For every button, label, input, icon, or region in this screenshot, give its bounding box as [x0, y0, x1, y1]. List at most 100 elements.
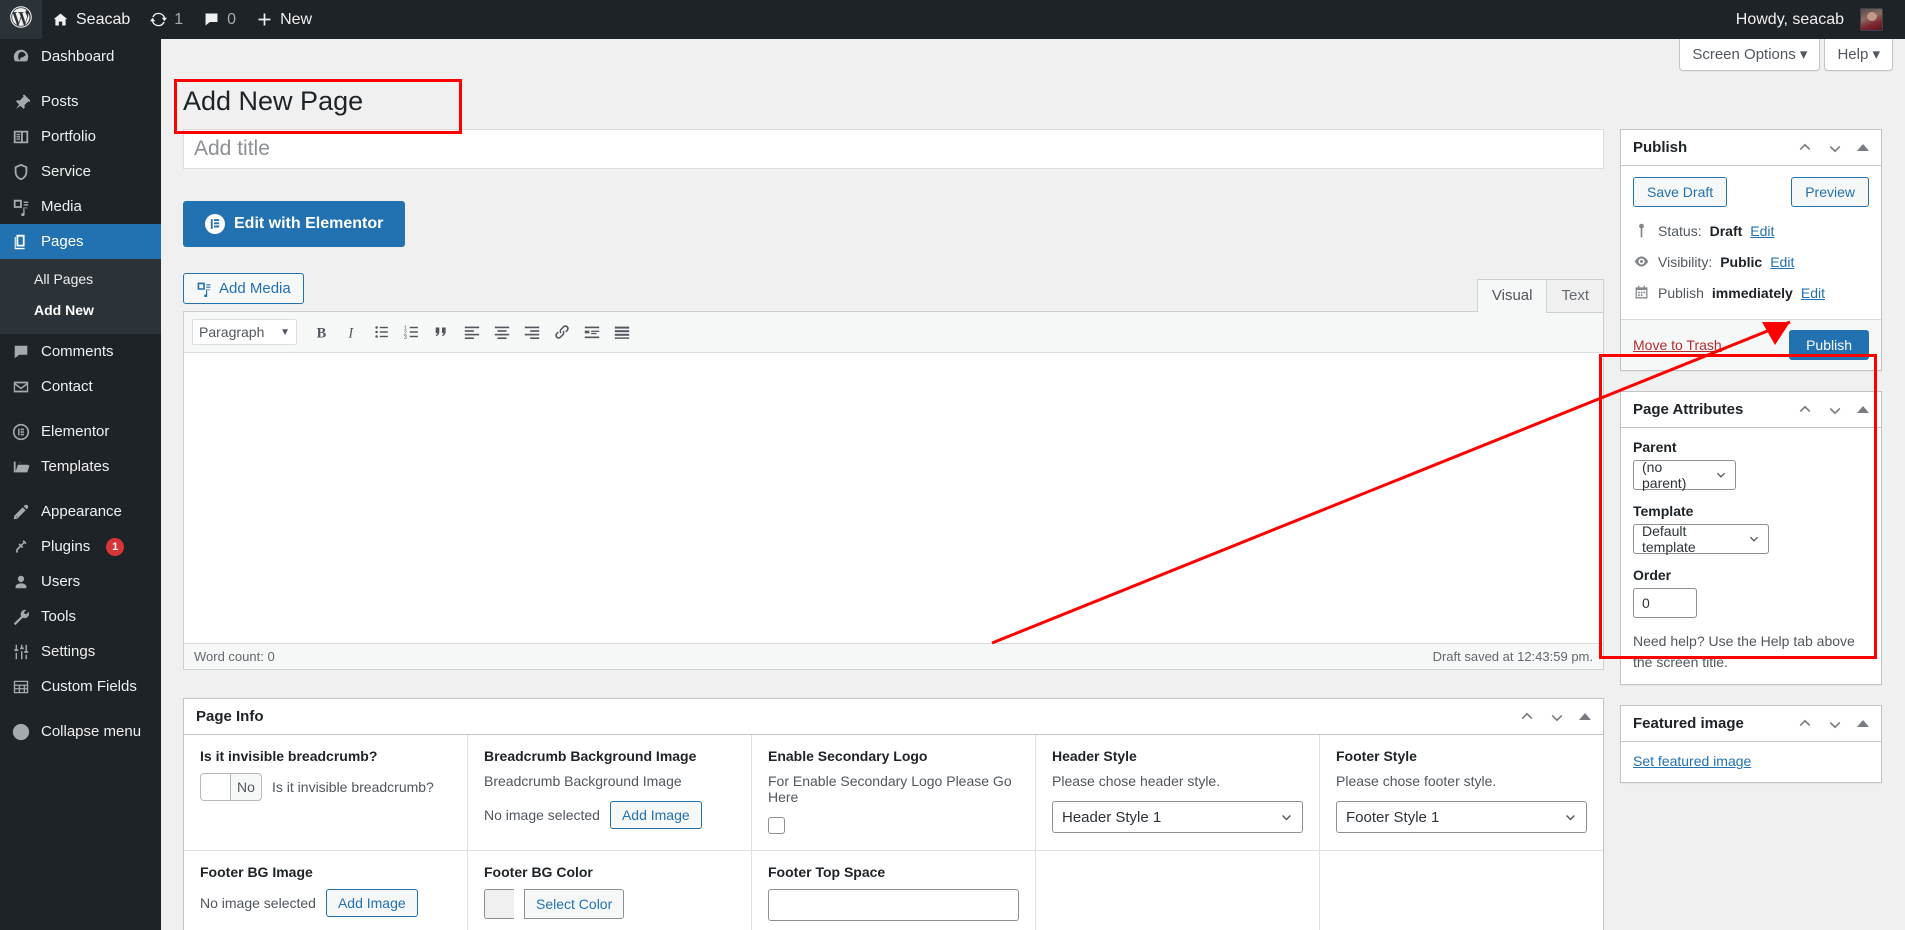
move-up-icon[interactable] — [1519, 709, 1535, 725]
paragraph-format-select[interactable]: Paragraph ▼ — [192, 319, 297, 345]
field-control: Select Color — [484, 889, 735, 919]
move-up-icon[interactable] — [1797, 716, 1813, 732]
move-down-icon[interactable] — [1827, 716, 1843, 732]
media-icon — [197, 282, 211, 297]
parent-label: Parent — [1633, 439, 1677, 455]
edit-schedule-link[interactable]: Edit — [1801, 285, 1825, 301]
sidebar-item-portfolio[interactable]: Portfolio — [0, 119, 161, 154]
toggle-panel-icon[interactable] — [1857, 406, 1869, 413]
move-to-trash-link[interactable]: Move to Trash — [1633, 337, 1722, 353]
color-swatch[interactable] — [484, 889, 514, 919]
add-image-button[interactable]: Add Image — [609, 801, 702, 829]
toggle-panel-icon[interactable] — [1579, 713, 1591, 720]
admin-bar-right: Howdy, seacab — [1726, 0, 1905, 39]
sidebar-label: Tools — [41, 608, 77, 625]
editor-content-area[interactable] — [184, 353, 1603, 643]
sidebar-item-settings[interactable]: Settings — [0, 634, 161, 669]
tab-text[interactable]: Text — [1546, 279, 1604, 313]
sidebar-label: Collapse menu — [41, 723, 142, 740]
schedule-value: immediately — [1711, 284, 1793, 301]
select-color-button[interactable]: Select Color — [524, 889, 625, 919]
sidebar-subitem-add-new[interactable]: Add New — [0, 295, 161, 326]
parent-select[interactable]: (no parent) — [1633, 459, 1736, 491]
sidebar-item-templates[interactable]: Templates — [0, 449, 161, 484]
sidebar-item-comments[interactable]: Comments — [0, 334, 161, 369]
order-input[interactable] — [1633, 588, 1697, 618]
align-center-button[interactable] — [488, 319, 516, 345]
move-up-icon[interactable] — [1797, 402, 1813, 418]
insert-link-button[interactable] — [548, 319, 576, 345]
editor-toolbar: Paragraph ▼ B I 123 — [184, 312, 1603, 353]
save-draft-button[interactable]: Save Draft — [1633, 177, 1728, 207]
footer-style-select[interactable]: Footer Style 1 — [1336, 801, 1587, 833]
post-title-input[interactable] — [183, 129, 1604, 169]
help-button[interactable]: Help ▾ — [1824, 39, 1893, 71]
add-image-button[interactable]: Add Image — [325, 889, 418, 917]
secondary-logo-checkbox[interactable] — [768, 817, 785, 834]
menu-separator — [0, 704, 161, 714]
move-down-icon[interactable] — [1827, 140, 1843, 156]
blockquote-button[interactable] — [428, 319, 456, 345]
move-down-icon[interactable] — [1827, 402, 1843, 418]
schedule-row: Publish immediately Edit — [1633, 277, 1869, 308]
sidebar-subitem-all-pages[interactable]: All Pages — [0, 264, 161, 295]
updates-menu[interactable]: 1 — [140, 0, 193, 39]
format-select-label: Paragraph — [199, 324, 265, 340]
wordpress-logo-icon — [10, 6, 32, 33]
bulleted-list-button[interactable] — [368, 319, 396, 345]
move-down-icon[interactable] — [1549, 709, 1565, 725]
sidebar-item-media[interactable]: Media — [0, 189, 161, 224]
svg-text:B: B — [317, 325, 327, 341]
menu-separator — [0, 404, 161, 414]
comments-menu[interactable]: 0 — [193, 0, 246, 39]
edit-status-link[interactable]: Edit — [1750, 223, 1774, 239]
wrench-icon — [11, 607, 31, 627]
site-name-menu[interactable]: Seacab — [42, 0, 140, 39]
sidebar-item-users[interactable]: Users — [0, 564, 161, 599]
edit-with-elementor-button[interactable]: Edit with Elementor — [183, 201, 406, 247]
tab-visual[interactable]: Visual — [1476, 279, 1548, 313]
add-media-button[interactable]: Add Media — [183, 273, 304, 304]
publish-button[interactable]: Publish — [1789, 330, 1869, 360]
field-header-style: Header Style Please chose header style. … — [1036, 735, 1320, 850]
chevron-down-icon — [1282, 814, 1291, 820]
updates-count: 1 — [174, 10, 184, 28]
header-style-select[interactable]: Header Style 1 — [1052, 801, 1303, 833]
sidebar-item-contact[interactable]: Contact — [0, 369, 161, 404]
pages-icon — [11, 232, 31, 252]
read-more-button[interactable] — [578, 319, 606, 345]
sidebar-item-appearance[interactable]: Appearance — [0, 494, 161, 529]
sidebar-item-elementor[interactable]: Elementor — [0, 414, 161, 449]
sidebar-label: Plugins — [41, 538, 91, 555]
set-featured-image-link[interactable]: Set featured image — [1633, 753, 1751, 769]
sidebar-item-collapse-menu[interactable]: Collapse menu — [0, 714, 161, 749]
screen-options-button[interactable]: Screen Options ▾ — [1679, 39, 1821, 71]
toggle-panel-icon[interactable] — [1857, 144, 1869, 151]
sidebar-item-dashboard[interactable]: Dashboard — [0, 39, 161, 74]
italic-button[interactable]: I — [338, 319, 366, 345]
chevron-down-icon — [1716, 472, 1726, 478]
sidebar-item-posts[interactable]: Posts — [0, 84, 161, 119]
sidebar-item-tools[interactable]: Tools — [0, 599, 161, 634]
my-account-menu[interactable]: Howdy, seacab — [1726, 0, 1893, 39]
edit-visibility-link[interactable]: Edit — [1770, 254, 1794, 270]
sidebar-label: Portfolio — [41, 128, 97, 145]
move-up-icon[interactable] — [1797, 140, 1813, 156]
page-attributes-header: Page Attributes — [1621, 392, 1881, 428]
toolbar-toggle-button[interactable] — [608, 319, 636, 345]
toggle-panel-icon[interactable] — [1857, 720, 1869, 727]
template-select[interactable]: Default template — [1633, 523, 1769, 555]
sidebar-item-service[interactable]: Service — [0, 154, 161, 189]
footer-top-space-input[interactable] — [768, 889, 1019, 921]
sidebar-item-plugins[interactable]: Plugins 1 — [0, 529, 161, 564]
new-content-menu[interactable]: New — [246, 0, 322, 39]
bold-button[interactable]: B — [308, 319, 336, 345]
wordpress-logo-menu[interactable] — [0, 0, 42, 39]
invisible-breadcrumb-toggle[interactable]: No — [200, 773, 262, 801]
preview-button[interactable]: Preview — [1791, 177, 1869, 207]
align-right-button[interactable] — [518, 319, 546, 345]
sidebar-item-pages[interactable]: Pages — [0, 224, 169, 259]
numbered-list-button[interactable]: 123 — [398, 319, 426, 345]
align-left-button[interactable] — [458, 319, 486, 345]
sidebar-item-custom-fields[interactable]: Custom Fields — [0, 669, 161, 704]
